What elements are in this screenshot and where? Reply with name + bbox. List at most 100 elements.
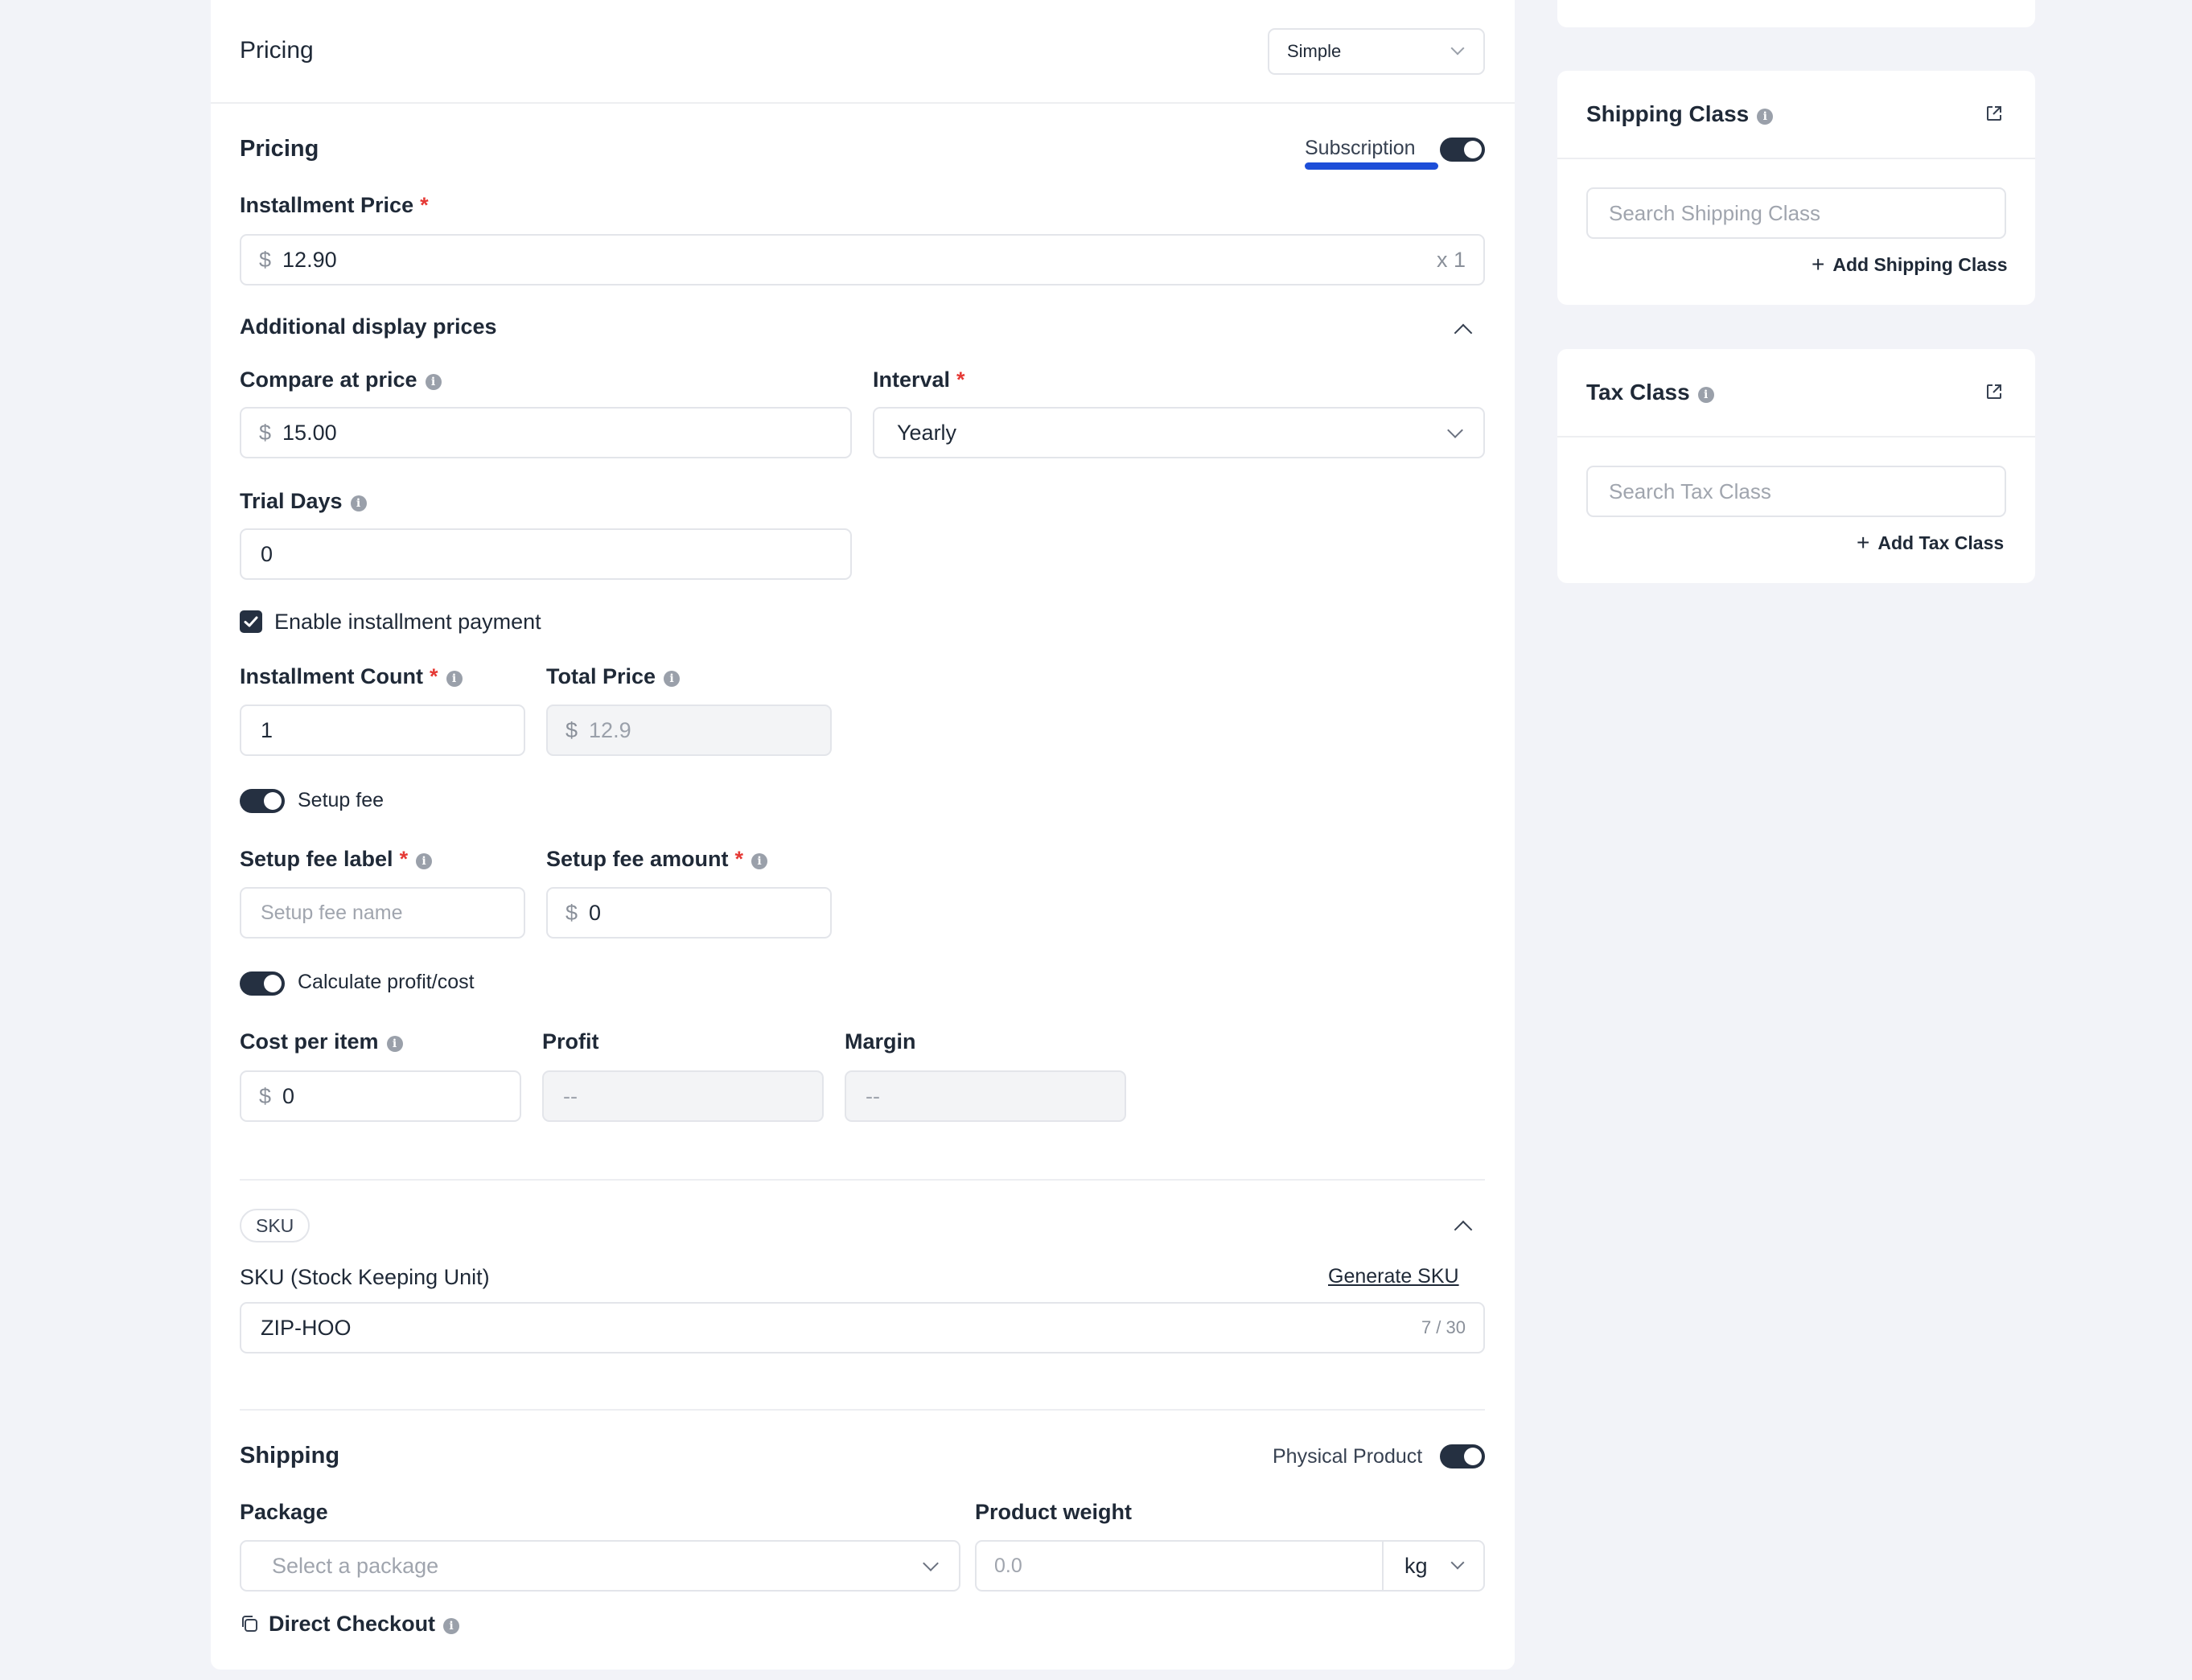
add-shipping-class-button[interactable]: + Add Shipping Class: [1812, 252, 2008, 277]
info-icon[interactable]: i: [443, 1618, 460, 1634]
tax-class-title-text: Tax Class: [1586, 380, 1690, 405]
enable-installment-label[interactable]: Enable installment payment: [274, 610, 541, 635]
interval-label: Interval *: [873, 368, 965, 392]
trial-days-label-text: Trial Days: [240, 489, 343, 513]
package-placeholder: Select a package: [272, 1553, 439, 1578]
package-label: Package: [240, 1500, 328, 1524]
total-price-value: 12.9: [589, 717, 631, 742]
cost-per-item-input[interactable]: $ 0: [240, 1070, 521, 1122]
info-icon[interactable]: i: [1697, 387, 1714, 403]
chevron-down-icon: [1450, 41, 1465, 55]
weight-unit-value: kg: [1404, 1553, 1428, 1578]
interval-label-text: Interval: [873, 368, 951, 392]
installment-count-value: 1: [261, 717, 273, 742]
shipping-class-divider: [1557, 158, 2035, 159]
subscription-label: Subscription: [1305, 137, 1416, 159]
trial-days-input[interactable]: 0: [240, 528, 852, 580]
required-marker: *: [956, 368, 965, 392]
currency-symbol: $: [565, 900, 578, 925]
chevron-down-icon: [1447, 422, 1463, 438]
margin-value: --: [866, 1083, 880, 1108]
setup-fee-amount-label-text: Setup fee amount: [546, 847, 729, 871]
product-weight-input[interactable]: 0.0: [975, 1540, 1384, 1592]
info-icon[interactable]: i: [751, 853, 768, 869]
enable-installment-checkbox[interactable]: [240, 610, 262, 633]
product-weight-placeholder: 0.0: [994, 1554, 1022, 1577]
margin-label: Margin: [845, 1029, 916, 1054]
calculate-profit-toggle[interactable]: [240, 971, 285, 996]
check-icon: [244, 616, 258, 627]
product-type-select[interactable]: Simple: [1268, 28, 1485, 75]
compare-at-price-input[interactable]: $ 15.00: [240, 407, 852, 458]
info-icon[interactable]: i: [425, 374, 442, 390]
setup-fee-amount-value: 0: [589, 900, 602, 925]
sku-input[interactable]: ZIP-HOO 7 / 30: [240, 1302, 1485, 1353]
installment-price-label: Installment Price *: [240, 193, 429, 218]
compare-at-price-label: Compare at price i: [240, 368, 442, 392]
header-divider: [211, 102, 1515, 104]
search-tax-class-input[interactable]: Search Tax Class: [1586, 466, 2006, 517]
info-icon[interactable]: i: [664, 671, 681, 687]
sku-badge: SKU: [240, 1209, 310, 1243]
installment-count-label: Installment Count * i: [240, 664, 463, 689]
direct-checkout-text: Direct Checkout: [269, 1612, 436, 1636]
physical-product-toggle[interactable]: [1440, 1444, 1485, 1468]
subscription-toggle[interactable]: [1440, 138, 1485, 162]
required-marker: *: [420, 193, 429, 217]
setup-fee-label-field-label: Setup fee label * i: [240, 847, 433, 872]
tax-class-title: Tax Class i: [1586, 380, 1714, 405]
external-link-icon[interactable]: [1985, 383, 2003, 400]
weight-unit-select[interactable]: kg: [1382, 1540, 1485, 1592]
sku-value: ZIP-HOO: [261, 1315, 352, 1340]
shipping-class-title: Shipping Class i: [1586, 101, 1774, 127]
interval-value: Yearly: [897, 420, 957, 445]
cost-per-item-label: Cost per item i: [240, 1029, 403, 1054]
setup-fee-label: Setup fee: [298, 789, 385, 811]
external-link-icon[interactable]: [1985, 105, 2003, 122]
chevron-down-icon: [923, 1555, 939, 1571]
package-select[interactable]: Select a package: [240, 1540, 960, 1592]
shipping-title: Shipping: [240, 1443, 340, 1468]
tax-class-divider: [1557, 436, 2035, 437]
info-icon[interactable]: i: [350, 495, 367, 511]
setup-fee-amount-input[interactable]: $ 0: [546, 887, 832, 939]
installment-count-input[interactable]: 1: [240, 704, 525, 756]
search-shipping-class-placeholder: Search Shipping Class: [1609, 200, 1821, 225]
currency-symbol: $: [259, 247, 272, 272]
profit-field: --: [542, 1070, 824, 1122]
add-shipping-class-label: Add Shipping Class: [1832, 253, 2008, 275]
info-icon[interactable]: i: [1757, 109, 1774, 125]
additional-display-prices-header[interactable]: Additional display prices: [240, 314, 497, 339]
installment-price-input[interactable]: $ 12.90 x 1: [240, 234, 1485, 285]
info-icon[interactable]: i: [416, 853, 433, 869]
info-icon[interactable]: i: [386, 1036, 403, 1052]
required-marker: *: [399, 847, 409, 871]
installment-price-value: 12.90: [282, 247, 337, 272]
setup-fee-name-placeholder: Setup fee name: [261, 901, 403, 924]
add-tax-class-button[interactable]: + Add Tax Class: [1857, 530, 2004, 556]
interval-select[interactable]: Yearly: [873, 407, 1485, 458]
currency-symbol: $: [259, 420, 272, 445]
sku-char-counter: 7 / 30: [1421, 1317, 1466, 1337]
direct-checkout-label[interactable]: Direct Checkout i: [269, 1612, 460, 1637]
subscription-tab[interactable]: Subscription: [1305, 137, 1416, 160]
pricing-section-title: Pricing: [240, 136, 319, 162]
currency-symbol: $: [565, 717, 578, 742]
product-weight-label: Product weight: [975, 1500, 1132, 1524]
plus-icon: +: [1812, 252, 1825, 277]
required-marker: *: [430, 664, 438, 688]
add-tax-class-label: Add Tax Class: [1877, 532, 2005, 553]
copy-icon[interactable]: [240, 1614, 259, 1633]
shipping-divider: [240, 1409, 1485, 1411]
search-shipping-class-input[interactable]: Search Shipping Class: [1586, 187, 2006, 239]
trial-days-value: 0: [261, 541, 273, 566]
total-price-label: Total Price i: [546, 664, 681, 689]
info-icon[interactable]: i: [446, 671, 463, 687]
currency-symbol: $: [259, 1083, 272, 1108]
installment-multiplier: x 1: [1436, 247, 1466, 272]
setup-fee-toggle[interactable]: [240, 789, 285, 813]
sku-label: SKU (Stock Keeping Unit): [240, 1265, 490, 1289]
trial-days-label: Trial Days i: [240, 489, 367, 514]
setup-fee-name-input[interactable]: Setup fee name: [240, 887, 525, 939]
generate-sku-link[interactable]: Generate SKU: [1328, 1265, 1459, 1288]
